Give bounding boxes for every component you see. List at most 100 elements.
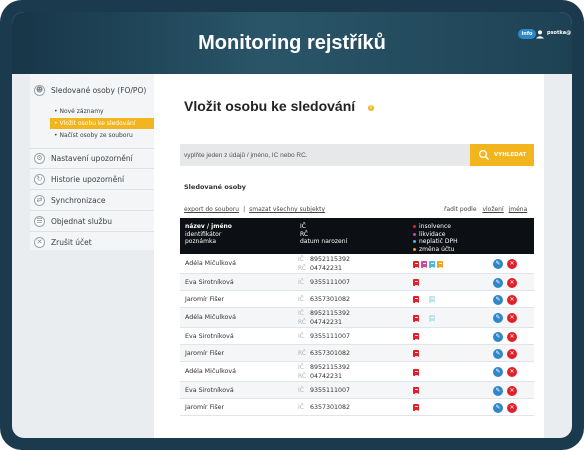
delete-icon[interactable]: ✕ xyxy=(507,367,517,377)
sidebar-item-synchronizace[interactable]: ⇄ Synchronizace xyxy=(30,190,154,211)
app-title: Monitoring rejstříků xyxy=(198,32,386,54)
row-name: Eva Sirotníková xyxy=(185,386,234,394)
delete-icon[interactable]: ✕ xyxy=(507,385,517,396)
row-id-key: IČ xyxy=(298,333,304,340)
status-document-icon[interactable] xyxy=(413,296,419,303)
table-actions: export do souboru | smazat všechny subjekt… xyxy=(184,206,325,213)
table-row[interactable]: Adéla Mičulková IČ 8952115392 RČ 04742231 ✎ ✕ xyxy=(180,308,534,328)
search-button-label: VYHLEDAT xyxy=(494,152,527,158)
table-row[interactable]: Eva Sirotníková IČ 9355111007 ✎ ✕ xyxy=(180,382,534,399)
table-header: název / jméno identifikátor poznámka IČ … xyxy=(180,218,534,254)
search-button[interactable]: VYHLEDAT xyxy=(470,144,534,166)
row-name: Adéla Mičulková xyxy=(185,314,236,321)
row-name: Eva Sirotníková xyxy=(185,278,234,286)
row-name: Eva Sirotníková xyxy=(185,332,234,340)
status-document-icon[interactable] xyxy=(437,260,443,268)
sidebar-item-label: Objednat službu xyxy=(51,216,112,226)
history-icon: ↻ xyxy=(34,173,45,185)
status-document-icon[interactable] xyxy=(413,279,419,286)
row-id-key: IČ xyxy=(298,404,304,411)
sidebar: ☻ Sledované osoby (FO/PO) • Nové záznamy… xyxy=(30,74,154,250)
row-id-value: 6357301082 xyxy=(310,350,351,357)
sidebar-item-sledovane-osoby[interactable]: ☻ Sledované osoby (FO/PO) xyxy=(30,82,154,98)
info-icon[interactable]: i xyxy=(368,105,374,111)
delete-icon[interactable]: ✕ xyxy=(507,259,517,269)
delete-icon[interactable]: ✕ xyxy=(507,294,517,305)
delete-icon[interactable]: ✕ xyxy=(507,402,517,413)
sidebar-item-nastaveni[interactable]: ⚙ Nastavení upozornění xyxy=(30,148,154,169)
sort-by-insert-link[interactable]: vložení xyxy=(482,206,503,213)
sidebar-item-label: Synchronizace xyxy=(51,195,106,205)
status-document-icon[interactable] xyxy=(429,260,435,268)
edit-icon[interactable]: ✎ xyxy=(493,313,503,323)
delete-icon[interactable]: ✕ xyxy=(507,313,517,323)
status-document-icon[interactable] xyxy=(413,314,419,322)
row-id-value: 8952115392 xyxy=(310,256,351,263)
status-document-icon[interactable] xyxy=(413,333,419,340)
sidebar-subitem-nove-zaznamy[interactable]: • Nové záznamy xyxy=(54,108,104,115)
delete-all-link[interactable]: smazat všechny subjekty xyxy=(249,206,325,213)
row-id-key: RČ xyxy=(298,350,307,357)
row-id-key: RČ xyxy=(298,265,307,272)
row-name: Adéla Mičulková xyxy=(185,260,236,267)
table-row[interactable]: Jaromír Fišer IČ 6357301082 ✎ ✕ xyxy=(180,291,534,308)
status-document-icon[interactable] xyxy=(413,260,419,268)
status-document-icon[interactable] xyxy=(413,404,419,411)
page-title: Vložit osobu ke sledování xyxy=(184,98,356,114)
person-icon: ☻ xyxy=(34,84,45,96)
delete-icon[interactable]: ✕ xyxy=(507,331,517,342)
search-input[interactable] xyxy=(180,144,470,166)
table-row[interactable]: Jaromír Fišer RČ 6357301082 ✎ ✕ xyxy=(180,345,534,362)
delete-icon[interactable]: ✕ xyxy=(507,277,517,288)
sidebar-subitem-vlozit-osobu[interactable]: • Vložit osobu ke sledování xyxy=(50,118,154,129)
row-id-key: RČ xyxy=(298,319,307,326)
main-content: Vložit osobu ke sledování i VYHLEDAT Sle… xyxy=(154,74,544,438)
row-id-value: 6357301082 xyxy=(310,296,351,303)
status-document-icon[interactable] xyxy=(429,314,435,322)
edit-icon[interactable]: ✎ xyxy=(493,348,503,359)
row-id-value: 8952115392 xyxy=(310,310,351,317)
status-document-icon[interactable] xyxy=(429,296,435,303)
edit-icon[interactable]: ✎ xyxy=(493,385,503,396)
table-row[interactable]: Adéla Mičulková IČ 8952115392 RČ 04742231 ✎ ✕ xyxy=(180,362,534,382)
edit-icon[interactable]: ✎ xyxy=(493,277,503,288)
status-document-icon[interactable] xyxy=(413,387,419,394)
status-document-icon[interactable] xyxy=(421,260,427,268)
separator: | xyxy=(243,206,246,213)
edit-icon[interactable]: ✎ xyxy=(493,367,503,377)
status-document-icon[interactable] xyxy=(413,368,419,376)
status-legend: insolvence likvidace neplatič DPH změna účt… xyxy=(413,223,458,253)
info-button[interactable]: info xyxy=(518,29,536,39)
app-screen: Monitoring rejstříků info psotka@ ☻ Sled… xyxy=(12,12,572,438)
edit-icon[interactable]: ✎ xyxy=(493,402,503,413)
table-row[interactable]: Eva Sirotníková IČ 9355111007 ✎ ✕ xyxy=(180,274,534,291)
edit-icon[interactable]: ✎ xyxy=(493,294,503,305)
row-id-value: 04742231 xyxy=(310,265,343,272)
user-icon[interactable] xyxy=(535,29,545,39)
table-row[interactable]: Adéla Mičulková IČ 8952115392 RČ 04742231 ✎ ✕ xyxy=(180,254,534,274)
sidebar-item-zrusit-ucet[interactable]: ✕ Zrušit účet xyxy=(30,232,154,253)
row-id-value: 9355111007 xyxy=(310,279,351,286)
sidebar-item-label: Zrušit účet xyxy=(51,238,92,247)
sort-controls: řadit podle vložení jména xyxy=(444,206,527,213)
row-name: Jaromír Fišer xyxy=(185,295,225,303)
sort-by-name-link[interactable]: jména xyxy=(509,206,528,213)
app-header: Monitoring rejstříků info psotka@ xyxy=(12,12,572,74)
row-id-value: 04742231 xyxy=(310,319,343,326)
status-document-icon[interactable] xyxy=(413,350,419,357)
export-link[interactable]: export do souboru xyxy=(184,206,239,213)
table-row[interactable]: Jaromír Fišer IČ 6357301082 ✎ ✕ xyxy=(180,399,534,416)
row-name: Jaromír Fišer xyxy=(185,349,225,357)
edit-icon[interactable]: ✎ xyxy=(493,259,503,269)
row-id-key: IČ xyxy=(298,310,304,317)
delete-icon[interactable]: ✕ xyxy=(507,348,517,359)
sidebar-item-historie[interactable]: ↻ Historie upozornění xyxy=(30,169,154,190)
edit-icon[interactable]: ✎ xyxy=(493,331,503,342)
table-row[interactable]: Eva Sirotníková IČ 9355111007 ✎ ✕ xyxy=(180,328,534,345)
sidebar-subitem-nacist-osoby[interactable]: • Načíst osoby ze souboru xyxy=(54,132,133,139)
row-id-value: 6357301082 xyxy=(310,404,351,411)
user-name[interactable]: psotka@ xyxy=(547,30,571,36)
sidebar-item-objednat[interactable]: ☰ Objednat službu xyxy=(30,211,154,232)
row-id-key: IČ xyxy=(298,387,304,394)
search-icon xyxy=(478,149,490,161)
